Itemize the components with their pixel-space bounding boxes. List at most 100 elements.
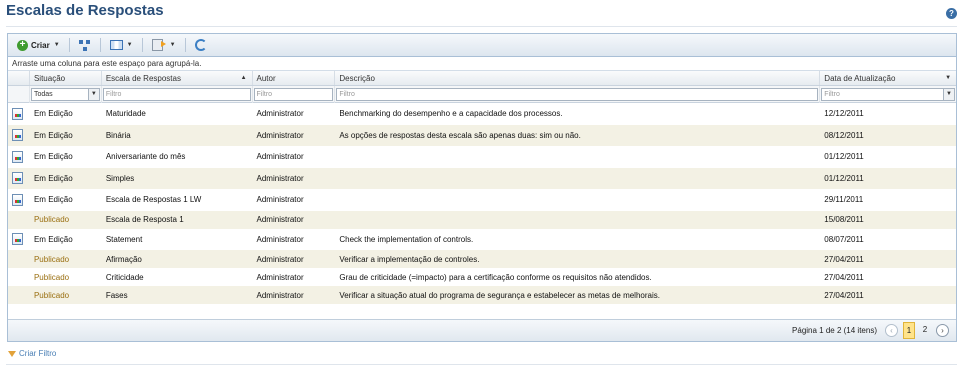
edit-document-icon[interactable] xyxy=(12,172,23,185)
column-header-description[interactable]: Descrição xyxy=(335,71,821,85)
row-icon-cell xyxy=(8,103,30,125)
table-row[interactable]: Em Edição Aniversariante do mês Administra… xyxy=(8,146,956,168)
table-row[interactable]: Publicado Afirmação Administrator Verificar… xyxy=(8,250,956,268)
chevron-down-icon: ▼ xyxy=(53,42,60,48)
date-cell: 08/12/2011 xyxy=(824,130,864,140)
author-cell: Administrator xyxy=(256,109,304,119)
scale-name-cell: Afirmação xyxy=(105,254,142,264)
title-divider xyxy=(6,26,957,27)
row-icon-cell xyxy=(8,211,30,229)
edit-document-icon[interactable] xyxy=(12,129,23,142)
author-cell: Administrator xyxy=(256,290,304,300)
chevron-down-icon[interactable]: ▼ xyxy=(943,88,955,100)
grid-body: Em Edição Maturidade Administrator Benchmar… xyxy=(8,103,956,304)
status-cell: Em Edição xyxy=(33,130,73,140)
column-header-author[interactable]: Autor xyxy=(253,71,336,85)
filter-row: Todas ▼ Filtro Filtro Filtro Filtro ▼ xyxy=(8,85,956,103)
next-page-icon[interactable]: › xyxy=(936,324,949,337)
help-icon[interactable]: ? xyxy=(946,8,957,19)
column-header-status[interactable]: Situação xyxy=(30,71,102,85)
date-filter-input[interactable]: Filtro ▼ xyxy=(821,87,956,101)
row-icon-cell xyxy=(8,189,30,211)
create-filter-label: Criar Filtro xyxy=(19,349,57,358)
date-cell: 27/04/2011 xyxy=(824,272,864,282)
edit-document-icon[interactable] xyxy=(12,193,23,206)
page-button-2[interactable]: 2 xyxy=(919,322,931,339)
create-button[interactable]: + Criar ▼ xyxy=(12,36,65,54)
table-row[interactable]: Em Edição Escala de Respostas 1 LW Adminis… xyxy=(8,189,956,211)
author-cell: Administrator xyxy=(256,173,304,183)
columns-icon xyxy=(109,40,123,50)
group-by-area[interactable]: Arraste uma coluna para este espaço para… xyxy=(8,57,956,71)
chevron-down-icon[interactable]: ▼ xyxy=(87,88,99,100)
chevron-down-icon: ▼ xyxy=(126,42,133,48)
hierarchy-button[interactable] xyxy=(74,36,96,54)
filter-icon xyxy=(8,350,16,357)
status-cell: Em Edição xyxy=(33,109,73,119)
date-cell: 27/04/2011 xyxy=(824,290,864,300)
status-cell: Em Edição xyxy=(33,195,73,205)
toolbar-separator xyxy=(141,38,143,52)
response-scales-grid: + Criar ▼ ▼ ▼ Arraste uma coluna para es… xyxy=(7,33,957,342)
add-icon: + xyxy=(17,39,28,51)
table-row[interactable]: Publicado Fases Administrator Verificar a s… xyxy=(8,286,956,304)
column-header-scale[interactable]: Escala de Respostas ▲ xyxy=(102,71,253,85)
author-cell: Administrator xyxy=(256,215,304,224)
bottom-divider xyxy=(6,364,957,365)
scale-filter-input[interactable]: Filtro xyxy=(102,87,251,101)
status-cell: Em Edição xyxy=(33,152,73,162)
status-cell: Publicado xyxy=(33,215,70,224)
column-header-date[interactable]: Data de Atualização ▼ xyxy=(820,71,956,85)
author-filter-input[interactable]: Filtro xyxy=(253,87,334,101)
create-filter-link[interactable]: Criar Filtro xyxy=(8,349,56,358)
author-cell: Administrator xyxy=(256,254,304,264)
chevron-down-icon[interactable]: ▼ xyxy=(945,71,951,85)
row-icon-cell xyxy=(8,268,30,286)
status-cell: Em Edição xyxy=(33,234,73,244)
scale-name-cell: Escala de Respostas 1 LW xyxy=(105,195,202,205)
table-row[interactable]: Em Edição Statement Administrator Check the… xyxy=(8,229,956,251)
pager-summary: Página 1 de 2 (14 itens) xyxy=(792,326,877,335)
date-filter-placeholder: Filtro xyxy=(824,90,840,98)
export-button[interactable]: ▼ xyxy=(147,36,181,54)
previous-page-icon[interactable]: ‹ xyxy=(885,324,898,337)
description-cell xyxy=(335,211,820,229)
page-title: Escalas de Respostas xyxy=(6,2,164,19)
columns-button[interactable]: ▼ xyxy=(105,36,138,54)
column-header-icon xyxy=(8,71,30,85)
row-icon-cell xyxy=(8,286,30,304)
author-cell: Administrator xyxy=(256,195,304,205)
description-cell: Verificar a implementação de controles. xyxy=(339,254,480,264)
refresh-icon xyxy=(194,39,207,51)
column-header-scale-label: Escala de Respostas xyxy=(105,74,181,83)
description-cell: Benchmarking do desempenho e a capacidad… xyxy=(339,109,563,119)
status-cell: Publicado xyxy=(33,254,70,264)
filter-cell-description: Filtro xyxy=(335,85,821,103)
edit-document-icon[interactable] xyxy=(12,233,23,246)
table-row[interactable]: Publicado Criticidade Administrator Grau de… xyxy=(8,268,956,286)
description-filter-input[interactable]: Filtro xyxy=(336,87,819,101)
description-cell xyxy=(335,189,820,211)
table-row[interactable]: Publicado Escala de Resposta 1 Administrat… xyxy=(8,210,956,229)
filter-cell-status: Todas ▼ xyxy=(30,85,102,103)
row-icon-cell xyxy=(8,125,30,147)
edit-document-icon[interactable] xyxy=(12,150,23,163)
scale-name-cell: Statement xyxy=(105,234,143,244)
description-cell xyxy=(335,146,820,168)
table-row[interactable]: Em Edição Binária Administrator As opções d… xyxy=(8,124,956,147)
table-row[interactable]: Em Edição Maturidade Administrator Benchmar… xyxy=(8,103,956,125)
scale-name-cell: Maturidade xyxy=(105,109,146,119)
create-button-label: Criar xyxy=(31,40,50,50)
row-icon-cell xyxy=(8,168,30,190)
table-row[interactable]: Em Edição Simples Administrator 01/12/2011 xyxy=(8,167,956,190)
status-filter-select[interactable]: Todas ▼ xyxy=(30,87,100,101)
scale-name-cell: Fases xyxy=(105,290,128,300)
pager: Página 1 de 2 (14 itens) ‹ 1 2 › xyxy=(8,319,956,341)
page-button-1[interactable]: 1 xyxy=(903,322,915,339)
edit-document-icon[interactable] xyxy=(12,107,23,120)
date-cell: 12/12/2011 xyxy=(824,109,864,119)
export-icon xyxy=(151,39,166,51)
date-cell: 01/12/2011 xyxy=(824,152,864,162)
refresh-button[interactable] xyxy=(190,36,212,54)
filter-cell-date: Filtro ▼ xyxy=(820,86,956,103)
